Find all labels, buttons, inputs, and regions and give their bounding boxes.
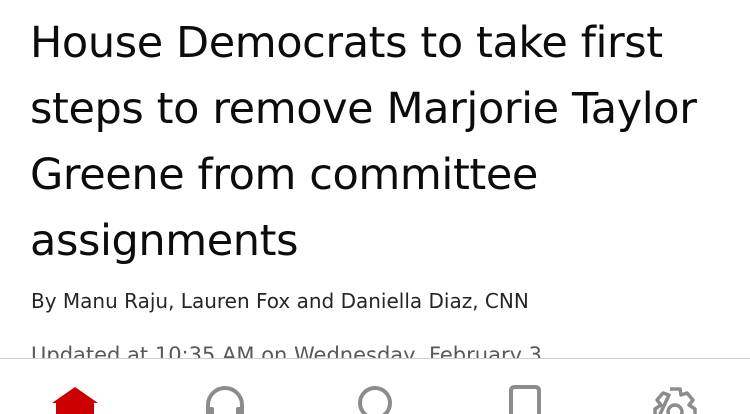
- bottom-tab-bar: [0, 358, 750, 414]
- tab-home[interactable]: [0, 359, 150, 414]
- article-byline: By Manu Raju, Lauren Fox and Daniella Di…: [31, 289, 529, 313]
- tab-search[interactable]: [300, 359, 450, 414]
- home-icon: [52, 387, 98, 414]
- tab-settings[interactable]: [600, 359, 750, 414]
- bookmark-icon: [509, 385, 541, 414]
- article-content: House Democrats to take first steps to r…: [0, 0, 750, 358]
- search-icon: [358, 386, 392, 414]
- article-headline: House Democrats to take first steps to r…: [30, 18, 697, 266]
- headphones-icon: [206, 386, 244, 414]
- tab-saved[interactable]: [450, 359, 600, 414]
- tab-audio[interactable]: [150, 359, 300, 414]
- gear-icon: [653, 387, 697, 414]
- article-timestamp: Updated at 10:35 AM on Wednesday, Februa…: [31, 343, 543, 358]
